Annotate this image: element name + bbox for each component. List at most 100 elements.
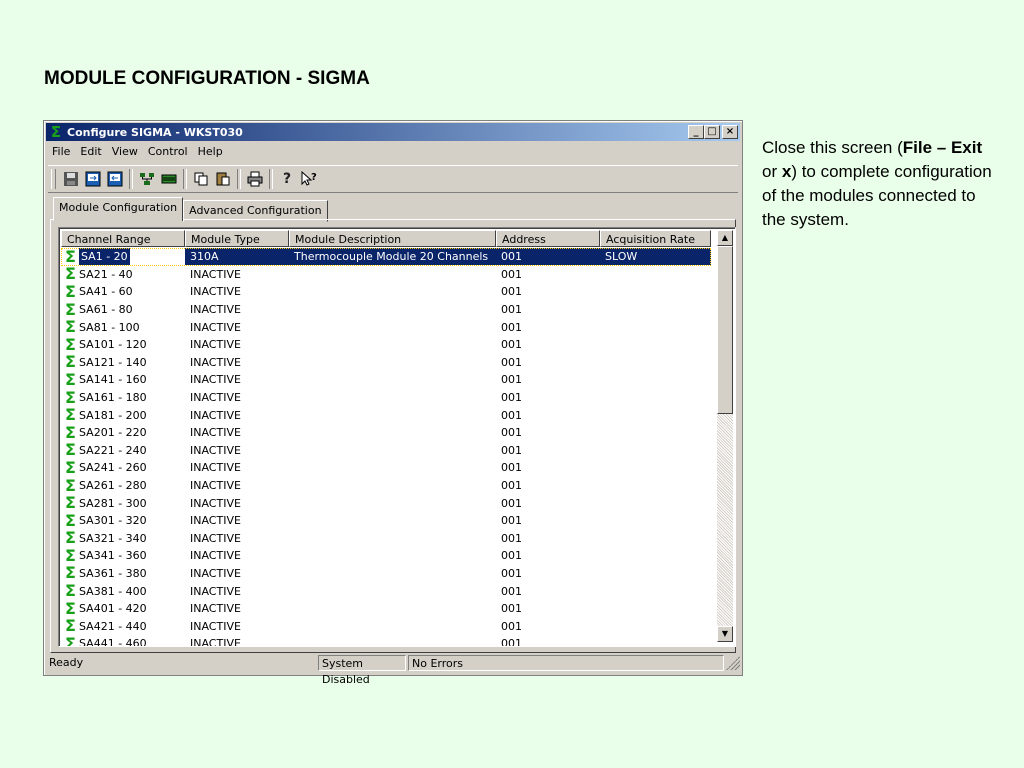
- channel-range-text: SA101 - 120: [79, 338, 147, 352]
- menu-control[interactable]: Control: [144, 143, 194, 161]
- menu-file[interactable]: File: [48, 143, 76, 161]
- channel-range-cell: Σ SA401 - 420: [61, 600, 185, 617]
- channel-range-text: SA421 - 440: [79, 619, 147, 633]
- table-row[interactable]: Σ SA201 - 220 INACTIVE 001: [61, 424, 711, 442]
- table-row[interactable]: Σ SA301 - 320 INACTIVE 001: [61, 512, 711, 530]
- table-row[interactable]: Σ SA381 - 400 INACTIVE 001: [61, 582, 711, 600]
- help-icon[interactable]: ?: [276, 168, 298, 190]
- table-row[interactable]: Σ SA261 - 280 INACTIVE 001: [61, 477, 711, 495]
- copy-icon[interactable]: [190, 168, 212, 190]
- module-icon[interactable]: [158, 168, 180, 190]
- address-cell: 001: [501, 285, 522, 299]
- column-header-acquisition-rate[interactable]: Acquisition Rate: [600, 230, 711, 247]
- sigma-icon: Σ: [65, 617, 76, 635]
- table-row[interactable]: Σ SA441 - 460 INACTIVE 001: [61, 635, 711, 647]
- acquisition-rate-cell: [600, 635, 711, 646]
- close-button[interactable]: ×: [722, 125, 738, 139]
- menu-help[interactable]: Help: [194, 143, 229, 161]
- sigma-icon: Σ: [65, 265, 76, 283]
- sigma-icon: Σ: [65, 529, 76, 547]
- channel-range-cell: Σ SA301 - 320: [61, 512, 185, 529]
- table-row[interactable]: Σ SA141 - 160 INACTIVE 001: [61, 371, 711, 389]
- acquisition-rate-cell: [600, 459, 711, 476]
- channel-range-cell: Σ SA161 - 180: [61, 389, 185, 406]
- table-row[interactable]: Σ SA81 - 100 INACTIVE 001: [61, 318, 711, 336]
- column-header-module-description[interactable]: Module Description: [289, 230, 496, 247]
- address-cell: 001: [501, 549, 522, 563]
- module-type-cell: INACTIVE: [190, 391, 241, 405]
- sigma-icon: Σ: [65, 283, 76, 301]
- table-row[interactable]: Σ SA421 - 440 INACTIVE 001: [61, 617, 711, 635]
- module-type-cell: INACTIVE: [190, 496, 241, 510]
- tab-module-configuration[interactable]: Module Configuration: [53, 197, 184, 221]
- table-row[interactable]: Σ SA181 - 200 INACTIVE 001: [61, 406, 711, 424]
- acquisition-rate-cell: [600, 477, 711, 494]
- address-cell: 001: [501, 566, 522, 580]
- menu-edit[interactable]: Edit: [76, 143, 107, 161]
- table-row[interactable]: Σ SA341 - 360 INACTIVE 001: [61, 547, 711, 565]
- minimize-button[interactable]: _: [688, 125, 704, 139]
- table-row[interactable]: Σ SA361 - 380 INACTIVE 001: [61, 565, 711, 583]
- sigma-icon: Σ: [65, 318, 76, 336]
- maximize-button[interactable]: □: [704, 125, 720, 139]
- resize-grip[interactable]: [726, 656, 740, 670]
- module-type-cell: INACTIVE: [190, 443, 241, 457]
- acquisition-rate-cell: [600, 354, 711, 371]
- print-icon[interactable]: [244, 168, 266, 190]
- channel-range-cell: Σ SA221 - 240: [61, 442, 185, 459]
- module-description-cell: [289, 424, 496, 441]
- column-header-module-type[interactable]: Module Type: [185, 230, 289, 247]
- column-header-channel-range[interactable]: Channel Range: [61, 230, 185, 247]
- sigma-icon: Σ: [65, 301, 76, 319]
- module-type-cell: INACTIVE: [190, 426, 241, 440]
- channel-range-cell: Σ SA21 - 40: [61, 266, 185, 283]
- table-row[interactable]: Σ SA241 - 260 INACTIVE 001: [61, 459, 711, 477]
- table-row[interactable]: Σ SA401 - 420 INACTIVE 001: [61, 600, 711, 618]
- channel-range-cell: Σ SA61 - 80: [61, 301, 185, 318]
- note-file-exit: File – Exit: [902, 138, 983, 157]
- paste-icon[interactable]: [212, 168, 234, 190]
- table-row[interactable]: Σ SA221 - 240 INACTIVE 001: [61, 442, 711, 460]
- toolbar-grip[interactable]: [51, 169, 56, 189]
- table-row[interactable]: Σ SA281 - 300 INACTIVE 001: [61, 494, 711, 512]
- table-row[interactable]: Σ SA161 - 180 INACTIVE 001: [61, 389, 711, 407]
- table-row[interactable]: Σ SA101 - 120 INACTIVE 001: [61, 336, 711, 354]
- module-description-cell: [289, 530, 496, 547]
- save-icon[interactable]: [60, 168, 82, 190]
- address-cell: 001: [501, 355, 522, 369]
- menu-view[interactable]: View: [108, 143, 144, 161]
- import-icon[interactable]: [82, 168, 104, 190]
- note-x: x: [781, 162, 792, 181]
- scroll-thumb[interactable]: [717, 246, 733, 414]
- scroll-down-button[interactable]: ▼: [717, 626, 733, 642]
- module-description-cell: [289, 283, 496, 300]
- address-cell: 001: [501, 637, 522, 647]
- channel-range-cell: Σ SA421 - 440: [61, 618, 185, 635]
- module-type-cell: INACTIVE: [190, 549, 241, 563]
- network-icon[interactable]: [136, 168, 158, 190]
- table-row[interactable]: Σ SA61 - 80 INACTIVE 001: [61, 301, 711, 319]
- acquisition-rate-cell: [600, 512, 711, 529]
- module-type-cell: INACTIVE: [190, 320, 241, 334]
- context-help-icon[interactable]: ?: [298, 168, 320, 190]
- channel-range-text: SA161 - 180: [79, 391, 147, 405]
- module-type-cell: INACTIVE: [190, 285, 241, 299]
- vertical-scrollbar[interactable]: ▲ ▼: [717, 230, 733, 642]
- table-row[interactable]: Σ SA41 - 60 INACTIVE 001: [61, 283, 711, 301]
- title-bar[interactable]: Σ Configure SIGMA - WKST030 _ □ ×: [46, 123, 740, 141]
- table-row[interactable]: Σ SA121 - 140 INACTIVE 001: [61, 354, 711, 372]
- acquisition-rate-cell: [600, 583, 711, 600]
- table-row[interactable]: Σ SA321 - 340 INACTIVE 001: [61, 530, 711, 548]
- acquisition-rate-cell: [600, 407, 711, 424]
- acquisition-rate-cell: [600, 600, 711, 617]
- module-type-cell: INACTIVE: [190, 461, 241, 475]
- export-icon[interactable]: [104, 168, 126, 190]
- module-description-cell: [289, 512, 496, 529]
- column-header-address[interactable]: Address: [496, 230, 600, 247]
- table-row[interactable]: Σ SA1 - 20 310A Thermocouple Module 20 Chan…: [61, 248, 711, 266]
- channel-range-text: SA81 - 100: [79, 320, 140, 334]
- toolbar-separator: [129, 169, 133, 189]
- scroll-up-button[interactable]: ▲: [717, 230, 733, 246]
- table-row[interactable]: Σ SA21 - 40 INACTIVE 001: [61, 266, 711, 284]
- address-cell: 001: [501, 338, 522, 352]
